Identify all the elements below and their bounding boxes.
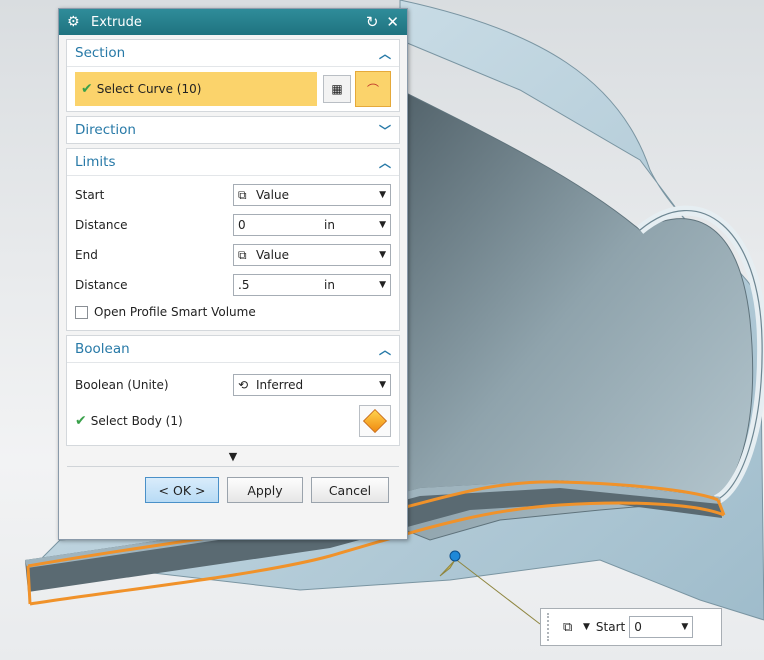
start-option-select[interactable]: ⧉ Value ▼: [233, 184, 391, 206]
start-distance-label: Distance: [75, 218, 128, 232]
boolean-title: Boolean: [75, 341, 130, 357]
start-distance-input[interactable]: 0 in ▼: [233, 214, 391, 236]
apply-button[interactable]: Apply: [227, 477, 303, 503]
dropdown-arrow-icon[interactable]: ▼: [376, 280, 386, 290]
extrude-dialog: ⚙ Extrude ↻ ✕ Section ︿ ✔ Select Curve (…: [58, 8, 408, 540]
select-curve-field[interactable]: ✔ Select Curve (10): [75, 72, 317, 106]
curve-icon: ⌒: [366, 82, 379, 97]
value-icon: ⧉: [238, 247, 247, 262]
direction-handle: [449, 550, 461, 562]
section-title: Section: [75, 45, 126, 61]
chevron-up-icon[interactable]: ︿: [379, 45, 391, 62]
end-distance-input[interactable]: .5 in ▼: [233, 274, 391, 296]
open-profile-label: Open Profile Smart Volume: [94, 305, 256, 319]
end-label: End: [75, 248, 98, 262]
start-distance-value[interactable]: 0: [238, 218, 324, 232]
select-body-label: Select Body (1): [90, 414, 183, 428]
dropdown-arrow-icon[interactable]: ▼: [681, 622, 688, 632]
onscreen-start-label: Start: [595, 620, 626, 634]
onscreen-input-box: ⧉ ▼ Start 0 ▼: [540, 608, 722, 646]
end-distance-unit: in: [324, 278, 335, 292]
chevron-up-icon[interactable]: ︿: [379, 154, 391, 171]
curve-select-button[interactable]: ⌒: [355, 71, 391, 107]
solid-body-icon: [362, 408, 388, 434]
open-profile-checkbox[interactable]: [75, 305, 88, 319]
section-header[interactable]: Section ︿: [67, 40, 399, 67]
dropdown-arrow-icon: ▼: [379, 380, 386, 390]
check-icon: ✔: [81, 81, 93, 97]
start-distance-row: Distance 0 in ▼: [75, 210, 391, 240]
limits-group: Limits ︿ Start ⧉ Value ▼ Distance 0 in ▼: [66, 148, 400, 331]
more-options-arrow-icon[interactable]: ▼: [59, 448, 407, 466]
section-group: Section ︿ ✔ Select Curve (10) ▦ ⌒: [66, 39, 400, 112]
dialog-title-bar[interactable]: ⚙ Extrude ↻ ✕: [59, 9, 407, 35]
select-body-row[interactable]: ✔ Select Body (1): [75, 403, 391, 439]
close-icon[interactable]: ✕: [386, 13, 399, 31]
end-row: End ⧉ Value ▼: [75, 240, 391, 270]
onscreen-start-input[interactable]: 0 ▼: [629, 616, 694, 638]
sketch-section-button[interactable]: ▦: [323, 75, 351, 103]
model-inner-face: [379, 89, 754, 541]
limits-header[interactable]: Limits ︿: [67, 149, 399, 176]
chevron-up-icon[interactable]: ︿: [379, 341, 391, 358]
boolean-value: Inferred: [256, 378, 304, 392]
direction-group: Direction ﹀: [66, 116, 400, 144]
select-body-button[interactable]: [359, 405, 391, 437]
cancel-button[interactable]: Cancel: [311, 477, 389, 503]
start-label: Start: [75, 188, 105, 202]
select-curve-label: Select Curve (10): [96, 82, 202, 96]
start-row: Start ⧉ Value ▼: [75, 180, 391, 210]
dropdown-arrow-icon: ▼: [379, 250, 386, 260]
select-curve-row[interactable]: ✔ Select Curve (10) ▦ ⌒: [75, 71, 391, 107]
direction-title: Direction: [75, 122, 136, 138]
dropdown-arrow-icon[interactable]: ▼: [583, 622, 590, 632]
end-distance-label: Distance: [75, 278, 128, 292]
gear-icon[interactable]: ⚙: [67, 14, 85, 30]
value-icon[interactable]: ⧉: [563, 620, 581, 635]
value-icon: ⧉: [238, 187, 247, 202]
end-option-select[interactable]: ⧉ Value ▼: [233, 244, 391, 266]
check-icon: ✔: [75, 413, 87, 429]
open-profile-row[interactable]: Open Profile Smart Volume: [75, 300, 391, 324]
end-distance-value[interactable]: .5: [238, 278, 324, 292]
onscreen-start-value[interactable]: 0: [634, 620, 681, 634]
limits-title: Limits: [75, 154, 116, 170]
ok-button[interactable]: < OK >: [145, 477, 219, 503]
boolean-row: Boolean (Unite) ⟲ Inferred ▼: [75, 367, 391, 403]
reset-icon[interactable]: ↻: [366, 13, 379, 31]
dialog-buttons: < OK > Apply Cancel: [59, 467, 407, 503]
dropdown-arrow-icon: ▼: [379, 190, 386, 200]
dialog-title: Extrude: [91, 14, 142, 30]
start-distance-unit: in: [324, 218, 335, 232]
start-option-value: Value: [256, 188, 289, 202]
boolean-label: Boolean (Unite): [75, 378, 169, 392]
end-option-value: Value: [256, 248, 289, 262]
inferred-icon: ⟲: [238, 378, 249, 392]
chevron-down-icon[interactable]: ﹀: [379, 122, 391, 139]
dropdown-arrow-icon[interactable]: ▼: [376, 220, 386, 230]
boolean-select[interactable]: ⟲ Inferred ▼: [233, 374, 391, 396]
sketch-icon: ▦: [331, 82, 343, 96]
boolean-group: Boolean ︿ Boolean (Unite) ⟲ Inferred ▼ ✔…: [66, 335, 400, 446]
boolean-header[interactable]: Boolean ︿: [67, 336, 399, 363]
end-distance-row: Distance .5 in ▼: [75, 270, 391, 300]
direction-header[interactable]: Direction ﹀: [67, 117, 399, 143]
drag-grip-icon[interactable]: [547, 613, 555, 641]
